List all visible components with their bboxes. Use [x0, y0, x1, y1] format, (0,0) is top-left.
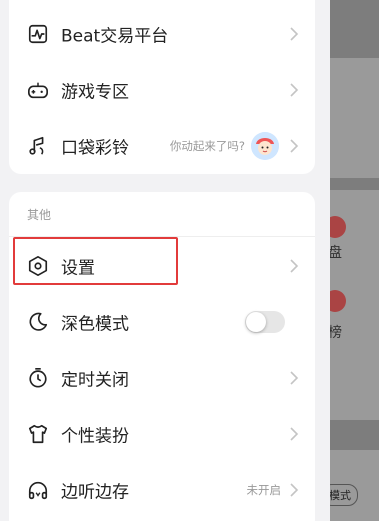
chevron-right-icon: [290, 371, 299, 385]
menu-item-label: 个性装扮: [61, 426, 129, 447]
status-text: 未开启: [246, 483, 282, 497]
dark-mode-toggle[interactable]: [245, 311, 285, 333]
chevron-right-icon: [290, 427, 299, 441]
menu-item-games[interactable]: 游戏专区: [9, 62, 315, 118]
side-drawer: Beat交易平台 游戏专区 口袋彩铃 你动起来了吗? 其他 设置 深色模式 定时…: [0, 0, 330, 521]
menu-item-label: 游戏专区: [61, 82, 129, 103]
chevron-right-icon: [290, 83, 299, 97]
menu-item-dark-mode: 深色模式: [9, 294, 315, 350]
menu-item-label: Beat交易平台: [61, 26, 169, 47]
chevron-right-icon: [290, 139, 299, 153]
background-label: 榜: [328, 325, 342, 341]
section-title: 其他: [27, 208, 52, 222]
menu-item-beat-trading[interactable]: Beat交易平台: [9, 6, 315, 62]
menu-item-pocket-ringtone[interactable]: 口袋彩铃 你动起来了吗?: [9, 118, 315, 174]
timer-icon: [29, 368, 47, 388]
moon-icon: [29, 312, 48, 331]
menu-item-label: 边听边存: [61, 482, 129, 503]
background-label: 盘: [328, 245, 342, 261]
ringtone-promo-text: 你动起来了吗?: [169, 139, 245, 153]
menu-item-sleep-timer[interactable]: 定时关闭: [9, 350, 315, 406]
music-note-icon: [29, 136, 44, 155]
chevron-right-icon: [290, 27, 299, 41]
menu-item-personalize[interactable]: 个性装扮: [9, 406, 315, 462]
menu-item-label: 口袋彩铃: [61, 138, 129, 159]
chevron-right-icon: [290, 259, 299, 273]
headphones-icon: [28, 481, 48, 500]
toggle-knob: [246, 312, 266, 332]
menu-item-label: 深色模式: [61, 314, 129, 335]
settings-highlight-box: [13, 237, 178, 285]
cartoon-avatar-icon: [251, 132, 279, 160]
menu-item-label: 定时关闭: [61, 370, 129, 391]
gamepad-icon: [28, 82, 48, 99]
beat-wave-icon: [28, 24, 48, 44]
tshirt-icon: [28, 424, 48, 444]
menu-item-listen-and-save[interactable]: 边听边存 未开启: [9, 462, 315, 518]
chevron-right-icon: [290, 483, 299, 497]
menu-card-top: Beat交易平台 游戏专区 口袋彩铃 你动起来了吗?: [9, 0, 315, 174]
ringtone-avatar: [251, 132, 279, 160]
